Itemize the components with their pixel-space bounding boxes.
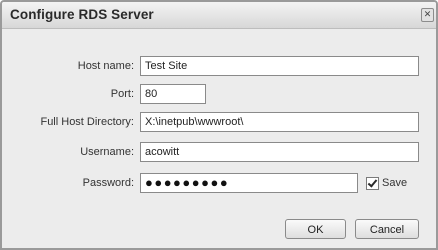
password-label: Password:	[82, 177, 134, 189]
full-host-directory-label: Full Host Directory:	[40, 116, 134, 128]
save-password-label[interactable]: Save	[382, 177, 407, 189]
port-input[interactable]: 80	[140, 84, 206, 104]
close-icon[interactable]: ✕	[421, 8, 434, 22]
port-label: Port:	[110, 88, 134, 100]
configure-rds-server-dialog: Configure RDS Server ✕ Host name: Test S…	[0, 0, 438, 250]
username-input[interactable]: acowitt	[140, 142, 419, 162]
password-row: Password: ●●●●●●●●● Save	[2, 173, 436, 197]
full-host-directory-row: Full Host Directory: X:\inetpub\wwwroot\	[2, 112, 436, 136]
host-name-row: Host name: Test Site	[2, 56, 436, 80]
save-password-checkbox[interactable]	[366, 177, 379, 190]
password-input[interactable]: ●●●●●●●●●	[140, 173, 358, 193]
username-label: Username:	[80, 146, 134, 158]
host-name-input[interactable]: Test Site	[140, 56, 419, 76]
ok-button[interactable]: OK	[285, 219, 346, 239]
cancel-button[interactable]: Cancel	[355, 219, 419, 239]
dialog-title: Configure RDS Server	[10, 7, 154, 22]
title-bar[interactable]: Configure RDS Server ✕	[2, 2, 436, 29]
username-row: Username: acowitt	[2, 142, 436, 166]
port-row: Port: 80	[2, 84, 436, 108]
host-name-label: Host name:	[77, 60, 134, 72]
full-host-directory-input[interactable]: X:\inetpub\wwwroot\	[140, 112, 419, 132]
